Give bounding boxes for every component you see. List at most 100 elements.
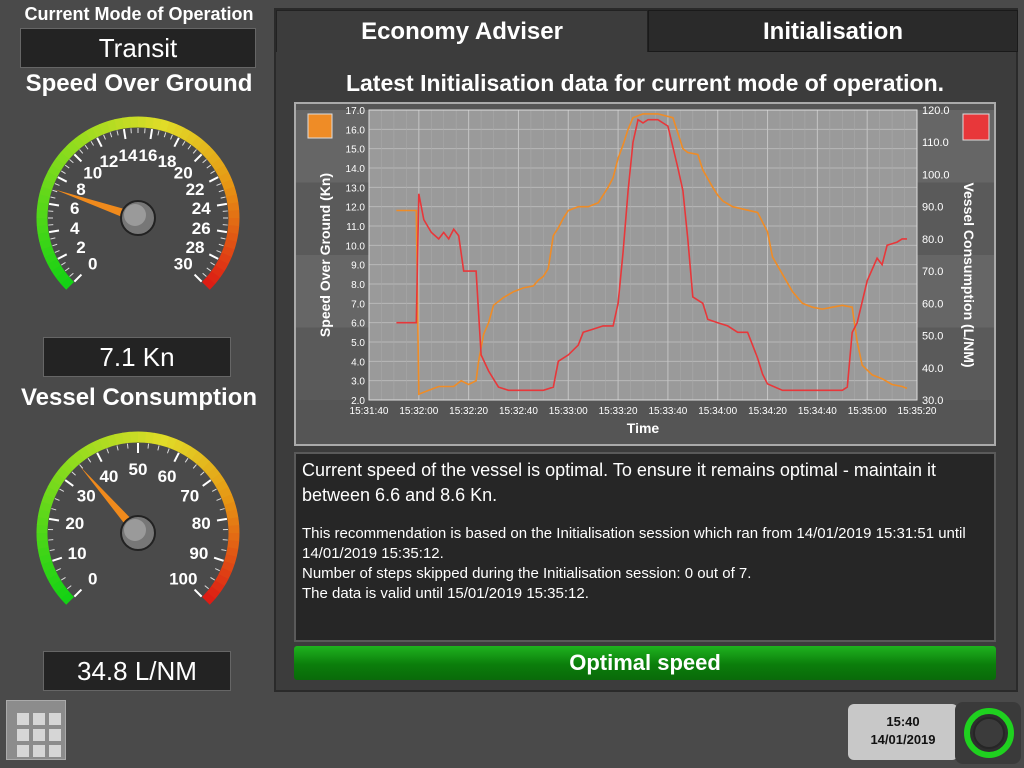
cons-arc-segment — [214, 574, 229, 587]
sog-tick-label: 6 — [70, 199, 79, 218]
cons-arc-segment — [165, 436, 178, 450]
cons-minor-tick — [184, 457, 189, 463]
sog-tick — [73, 273, 83, 283]
sog-arc-segment — [39, 238, 52, 250]
clock-display: 15:40 14/01/2019 — [848, 704, 958, 760]
sog-arc-segment — [218, 252, 232, 265]
grid-menu-icon[interactable] — [6, 700, 66, 760]
cons-arc-segment — [225, 509, 239, 520]
tab-initialisation[interactable]: Initialisation — [648, 10, 1018, 52]
cons-arc-segment — [206, 467, 221, 481]
sog-tick-label: 4 — [70, 219, 80, 238]
x-tick-label: 15:34:40 — [798, 406, 837, 417]
tab-economy-adviser[interactable]: Economy Adviser — [276, 10, 648, 52]
sog-arc-segment — [211, 158, 225, 172]
cons-arc-segment — [55, 466, 70, 480]
cons-arc-segment — [227, 540, 240, 550]
cons-minor-tick — [56, 568, 62, 572]
sog-arc-segment — [206, 152, 221, 166]
sog-minor-tick — [206, 267, 212, 272]
sog-minor-tick — [202, 159, 207, 164]
recommendation-steps: Number of steps skipped during the Initi… — [302, 565, 752, 582]
sog-minor-tick — [52, 243, 58, 247]
cons-arc-segment — [44, 486, 58, 499]
cons-arc-segment — [66, 455, 80, 470]
cons-arc-segment — [218, 567, 232, 580]
sog-arc-segment — [47, 258, 61, 272]
sog-minor-tick — [181, 141, 186, 146]
cons-minor-tick — [157, 445, 160, 451]
sog-arc-segment — [191, 135, 205, 150]
sog-arc-segment — [225, 232, 239, 243]
cons-arc-segment — [51, 579, 65, 593]
cons-tick — [64, 479, 74, 487]
sog-arc-segment — [51, 264, 65, 278]
cons-arc-segment — [106, 434, 118, 447]
cons-arc-segment — [44, 567, 58, 580]
red-square-legend-icon — [962, 113, 990, 141]
sog-minor-tick — [163, 132, 167, 138]
sog-arc-segment — [215, 164, 229, 178]
sog-arc-segment — [227, 202, 240, 212]
cons-arc-segment — [227, 517, 240, 527]
cons-arc-segment — [36, 516, 49, 526]
sog-minor-tick — [187, 144, 192, 150]
cons-tick-label: 0 — [88, 569, 97, 588]
cons-tick-label: 80 — [192, 514, 211, 533]
sog-minor-tick — [50, 196, 56, 199]
sog-arc-segment — [165, 121, 178, 135]
cons-arc-segment — [196, 455, 211, 470]
cons-arc-segment — [84, 442, 98, 456]
cons-arc-segment — [36, 539, 49, 549]
cons-arc-segment — [39, 501, 53, 512]
sog-tick-label: 0 — [88, 254, 97, 273]
cons-tick-label: 70 — [180, 486, 199, 505]
x-tick-label: 15:34:20 — [748, 406, 787, 417]
cons-hub-highlight — [124, 519, 146, 541]
clock-date: 14/01/2019 — [870, 732, 936, 747]
sog-arc-segment — [172, 124, 185, 138]
sog-tick — [193, 273, 203, 283]
sog-tick-label: 14 — [119, 146, 138, 165]
sog-arc-segment — [36, 224, 49, 234]
x-tick-label: 15:31:40 — [350, 406, 389, 417]
y-tick-label: 7.0 — [351, 299, 365, 310]
sog-arc-segment — [44, 252, 58, 265]
sog-gauge-title: Speed Over Ground — [25, 70, 253, 97]
sog-minor-tick — [90, 141, 95, 146]
sog-hub-highlight — [124, 204, 146, 226]
cons-tick — [202, 479, 212, 487]
sog-arc-segment — [41, 178, 55, 191]
sog-arc-segment — [51, 158, 66, 171]
y-tick-label: 17.0 — [346, 106, 366, 117]
cons-tick-label: 100 — [169, 569, 197, 588]
sog-minor-tick — [157, 130, 160, 136]
sog-arc-segment — [39, 186, 53, 197]
y2-tick-label: 120.0 — [922, 105, 950, 117]
sog-minor-tick — [52, 189, 58, 193]
y-tick-label: 5.0 — [351, 338, 365, 349]
sog-tick — [122, 128, 127, 140]
cons-arc-segment — [201, 461, 216, 475]
x-tick-label: 15:33:40 — [648, 406, 687, 417]
sog-minor-tick — [192, 149, 197, 154]
cons-arc-segment — [159, 434, 170, 448]
sog-tick — [216, 202, 228, 207]
sog-minor-tick — [69, 159, 74, 164]
sog-arc-segment — [159, 119, 170, 133]
cons-minor-tick — [147, 443, 150, 449]
x-axis-label: Time — [627, 420, 660, 436]
cons-tick — [213, 556, 224, 562]
sog-minor-tick — [218, 243, 224, 247]
sog-tick-label: 26 — [192, 219, 211, 238]
sog-arc-segment — [37, 193, 51, 204]
clock-time: 15:40 — [886, 714, 920, 729]
sog-minor-tick — [54, 183, 60, 186]
x-tick-label: 15:33:00 — [549, 406, 588, 417]
sog-minor-tick — [220, 196, 226, 199]
status-bar: Optimal speed — [294, 646, 996, 680]
sog-arc-segment — [36, 201, 49, 211]
sog-tick — [48, 229, 60, 234]
cons-arc-segment — [224, 501, 237, 513]
status-ring-icon[interactable] — [955, 702, 1021, 764]
